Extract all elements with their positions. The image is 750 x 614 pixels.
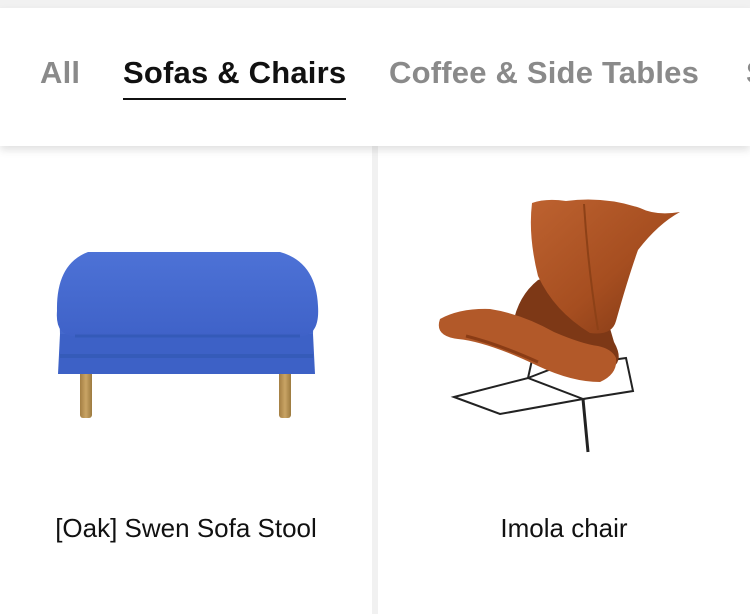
- tab-all[interactable]: All: [40, 53, 80, 93]
- lounge-chair-image: [438, 199, 680, 453]
- tab-sofas-and-chairs[interactable]: Sofas & Chairs: [123, 53, 347, 100]
- product-name: [Oak] Swen Sofa Stool: [55, 513, 317, 543]
- product-card[interactable]: Imola chair: [378, 146, 750, 614]
- product-card[interactable]: [Oak] Swen Sofa Stool: [0, 146, 372, 614]
- product-name: Imola chair: [500, 513, 628, 543]
- status-strip: [0, 0, 750, 8]
- tab-coffee-and-side-tables[interactable]: Coffee & Side Tables: [389, 53, 699, 93]
- product-grid: [Oak] Swen Sofa Stool Imola chair: [0, 146, 750, 614]
- tab-next-partial[interactable]: S: [746, 53, 750, 93]
- sofa-stool-image: [56, 252, 319, 418]
- category-tab-bar: All Sofas & Chairs Coffee & Side Tables …: [0, 8, 750, 146]
